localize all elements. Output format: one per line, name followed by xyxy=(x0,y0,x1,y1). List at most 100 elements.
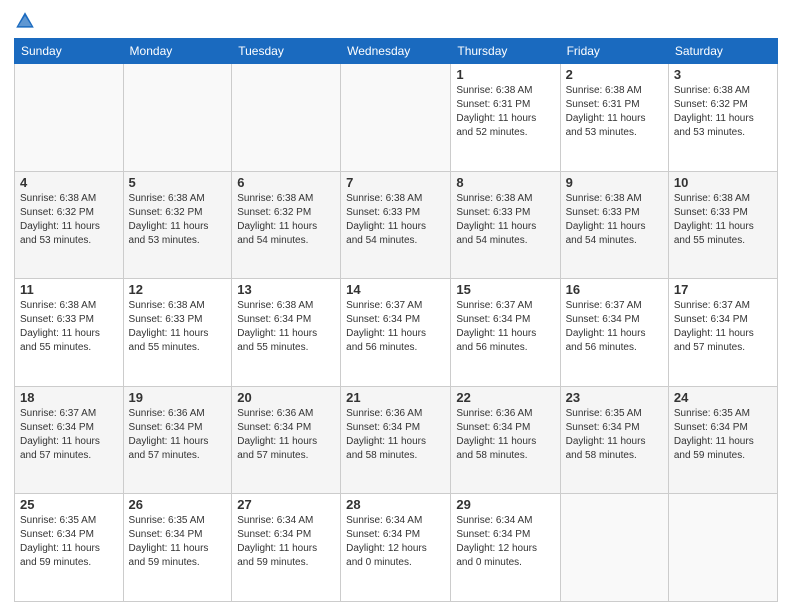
calendar-day-header: Saturday xyxy=(668,39,777,64)
day-number: 28 xyxy=(346,497,445,512)
calendar-week-row: 1 Sunrise: 6:38 AMSunset: 6:31 PMDaylight… xyxy=(15,64,778,172)
day-info: Sunrise: 6:37 AMSunset: 6:34 PMDaylight:… xyxy=(20,407,118,463)
calendar-day-header: Sunday xyxy=(15,39,124,64)
calendar-day-header: Wednesday xyxy=(341,39,451,64)
calendar-day-cell xyxy=(15,64,124,172)
day-info: Sunrise: 6:38 AMSunset: 6:33 PMDaylight:… xyxy=(456,192,554,248)
calendar-day-cell xyxy=(341,64,451,172)
day-number: 20 xyxy=(237,390,335,405)
calendar-day-cell: 29 Sunrise: 6:34 AMSunset: 6:34 PMDayligh… xyxy=(451,494,560,602)
day-number: 27 xyxy=(237,497,335,512)
calendar-day-cell: 16 Sunrise: 6:37 AMSunset: 6:34 PMDayligh… xyxy=(560,279,668,387)
calendar-day-cell: 5 Sunrise: 6:38 AMSunset: 6:32 PMDaylight… xyxy=(123,171,232,279)
day-info: Sunrise: 6:34 AMSunset: 6:34 PMDaylight:… xyxy=(346,514,445,570)
calendar-day-cell: 6 Sunrise: 6:38 AMSunset: 6:32 PMDaylight… xyxy=(232,171,341,279)
day-info: Sunrise: 6:34 AMSunset: 6:34 PMDaylight:… xyxy=(456,514,554,570)
calendar-day-cell: 1 Sunrise: 6:38 AMSunset: 6:31 PMDaylight… xyxy=(451,64,560,172)
calendar-day-cell: 27 Sunrise: 6:34 AMSunset: 6:34 PMDayligh… xyxy=(232,494,341,602)
calendar-day-header: Tuesday xyxy=(232,39,341,64)
day-number: 2 xyxy=(566,67,663,82)
day-number: 13 xyxy=(237,282,335,297)
day-info: Sunrise: 6:38 AMSunset: 6:33 PMDaylight:… xyxy=(674,192,772,248)
calendar-day-cell: 18 Sunrise: 6:37 AMSunset: 6:34 PMDayligh… xyxy=(15,386,124,494)
calendar-day-header: Friday xyxy=(560,39,668,64)
day-number: 5 xyxy=(129,175,227,190)
calendar-day-cell: 8 Sunrise: 6:38 AMSunset: 6:33 PMDaylight… xyxy=(451,171,560,279)
day-info: Sunrise: 6:37 AMSunset: 6:34 PMDaylight:… xyxy=(566,299,663,355)
calendar-day-cell: 14Sunrise: 6:37 AMSunset: 6:34 PMDayligh… xyxy=(341,279,451,387)
day-number: 15 xyxy=(456,282,554,297)
day-number: 22 xyxy=(456,390,554,405)
day-info: Sunrise: 6:36 AMSunset: 6:34 PMDaylight:… xyxy=(237,407,335,463)
calendar-day-cell: 28 Sunrise: 6:34 AMSunset: 6:34 PMDayligh… xyxy=(341,494,451,602)
calendar-day-cell: 22 Sunrise: 6:36 AMSunset: 6:34 PMDayligh… xyxy=(451,386,560,494)
day-number: 8 xyxy=(456,175,554,190)
day-info: Sunrise: 6:38 AMSunset: 6:33 PMDaylight:… xyxy=(20,299,118,355)
calendar-day-cell: 15 Sunrise: 6:37 AMSunset: 6:34 PMDayligh… xyxy=(451,279,560,387)
calendar-day-cell: 10 Sunrise: 6:38 AMSunset: 6:33 PMDayligh… xyxy=(668,171,777,279)
calendar-week-row: 25 Sunrise: 6:35 AMSunset: 6:34 PMDayligh… xyxy=(15,494,778,602)
page: SundayMondayTuesdayWednesdayThursdayFrid… xyxy=(0,0,792,612)
day-number: 19 xyxy=(129,390,227,405)
day-info: Sunrise: 6:38 AMSunset: 6:32 PMDaylight:… xyxy=(237,192,335,248)
day-info: Sunrise: 6:35 AMSunset: 6:34 PMDaylight:… xyxy=(129,514,227,570)
day-number: 23 xyxy=(566,390,663,405)
calendar-day-cell: 19 Sunrise: 6:36 AMSunset: 6:34 PMDayligh… xyxy=(123,386,232,494)
day-number: 1 xyxy=(456,67,554,82)
day-number: 29 xyxy=(456,497,554,512)
day-info: Sunrise: 6:38 AMSunset: 6:34 PMDaylight:… xyxy=(237,299,335,355)
day-info: Sunrise: 6:38 AMSunset: 6:31 PMDaylight:… xyxy=(566,84,663,140)
calendar-table: SundayMondayTuesdayWednesdayThursdayFrid… xyxy=(14,38,778,602)
day-info: Sunrise: 6:38 AMSunset: 6:31 PMDaylight:… xyxy=(456,84,554,140)
day-number: 4 xyxy=(20,175,118,190)
calendar-day-cell xyxy=(123,64,232,172)
day-number: 10 xyxy=(674,175,772,190)
day-info: Sunrise: 6:37 AMSunset: 6:34 PMDaylight:… xyxy=(674,299,772,355)
calendar-day-cell: 17 Sunrise: 6:37 AMSunset: 6:34 PMDayligh… xyxy=(668,279,777,387)
day-number: 18 xyxy=(20,390,118,405)
calendar-day-cell xyxy=(232,64,341,172)
calendar-day-cell: 23 Sunrise: 6:35 AMSunset: 6:34 PMDayligh… xyxy=(560,386,668,494)
day-number: 24 xyxy=(674,390,772,405)
day-info: Sunrise: 6:36 AMSunset: 6:34 PMDaylight:… xyxy=(129,407,227,463)
day-info: Sunrise: 6:38 AMSunset: 6:33 PMDaylight:… xyxy=(566,192,663,248)
calendar-day-cell xyxy=(560,494,668,602)
day-number: 25 xyxy=(20,497,118,512)
calendar-day-cell: 11 Sunrise: 6:38 AMSunset: 6:33 PMDayligh… xyxy=(15,279,124,387)
day-info: Sunrise: 6:35 AMSunset: 6:34 PMDaylight:… xyxy=(566,407,663,463)
day-number: 11 xyxy=(20,282,118,297)
day-info: Sunrise: 6:38 AMSunset: 6:32 PMDaylight:… xyxy=(129,192,227,248)
calendar-day-cell: 9 Sunrise: 6:38 AMSunset: 6:33 PMDaylight… xyxy=(560,171,668,279)
calendar-week-row: 18 Sunrise: 6:37 AMSunset: 6:34 PMDayligh… xyxy=(15,386,778,494)
calendar-day-cell: 7 Sunrise: 6:38 AMSunset: 6:33 PMDaylight… xyxy=(341,171,451,279)
calendar-day-cell: 2 Sunrise: 6:38 AMSunset: 6:31 PMDaylight… xyxy=(560,64,668,172)
calendar-day-header: Thursday xyxy=(451,39,560,64)
day-info: Sunrise: 6:37 AMSunset: 6:34 PMDaylight:… xyxy=(456,299,554,355)
day-info: Sunrise: 6:35 AMSunset: 6:34 PMDaylight:… xyxy=(674,407,772,463)
day-info: Sunrise: 6:38 AMSunset: 6:33 PMDaylight:… xyxy=(346,192,445,248)
calendar-week-row: 4 Sunrise: 6:38 AMSunset: 6:32 PMDaylight… xyxy=(15,171,778,279)
day-number: 21 xyxy=(346,390,445,405)
calendar-day-cell: 25 Sunrise: 6:35 AMSunset: 6:34 PMDayligh… xyxy=(15,494,124,602)
calendar-day-cell: 26Sunrise: 6:35 AMSunset: 6:34 PMDayligh… xyxy=(123,494,232,602)
day-number: 16 xyxy=(566,282,663,297)
day-info: Sunrise: 6:34 AMSunset: 6:34 PMDaylight:… xyxy=(237,514,335,570)
day-info: Sunrise: 6:38 AMSunset: 6:33 PMDaylight:… xyxy=(129,299,227,355)
day-info: Sunrise: 6:38 AMSunset: 6:32 PMDaylight:… xyxy=(20,192,118,248)
day-number: 7 xyxy=(346,175,445,190)
calendar-day-header: Monday xyxy=(123,39,232,64)
day-number: 6 xyxy=(237,175,335,190)
day-info: Sunrise: 6:36 AMSunset: 6:34 PMDaylight:… xyxy=(456,407,554,463)
day-info: Sunrise: 6:35 AMSunset: 6:34 PMDaylight:… xyxy=(20,514,118,570)
logo xyxy=(14,10,40,32)
logo-icon xyxy=(14,10,36,32)
day-number: 9 xyxy=(566,175,663,190)
calendar-day-cell: 20 Sunrise: 6:36 AMSunset: 6:34 PMDayligh… xyxy=(232,386,341,494)
day-number: 17 xyxy=(674,282,772,297)
calendar-header-row: SundayMondayTuesdayWednesdayThursdayFrid… xyxy=(15,39,778,64)
calendar-day-cell: 4 Sunrise: 6:38 AMSunset: 6:32 PMDaylight… xyxy=(15,171,124,279)
day-number: 14 xyxy=(346,282,445,297)
day-number: 3 xyxy=(674,67,772,82)
calendar-day-cell: 3Sunrise: 6:38 AMSunset: 6:32 PMDaylight… xyxy=(668,64,777,172)
calendar-day-cell: 24 Sunrise: 6:35 AMSunset: 6:34 PMDayligh… xyxy=(668,386,777,494)
